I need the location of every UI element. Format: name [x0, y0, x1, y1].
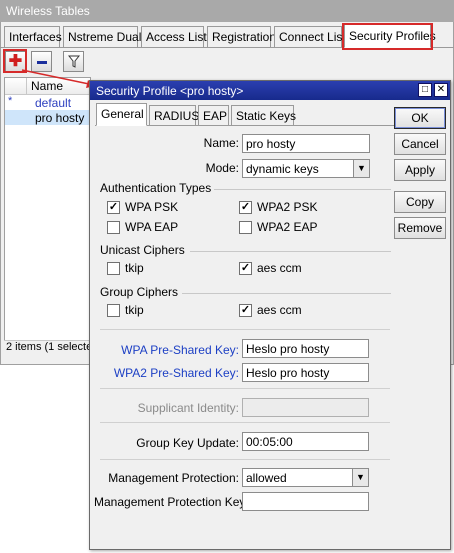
- divider: [100, 422, 390, 423]
- tab-general[interactable]: General: [96, 103, 147, 126]
- group-aes-checkbox[interactable]: ✓: [239, 304, 252, 317]
- unicast-tkip-checkbox[interactable]: [107, 262, 120, 275]
- security-profile-dialog: Security Profile <pro hosty> □ ✕ RADIUS …: [89, 80, 451, 550]
- wpa-psk-key-field[interactable]: Heslo pro hosty: [242, 339, 369, 358]
- copy-button[interactable]: Copy: [394, 191, 446, 213]
- tab-interfaces[interactable]: Interfaces: [4, 26, 62, 48]
- tab-eap[interactable]: EAP: [198, 105, 229, 126]
- add-button-highlight: [3, 49, 27, 73]
- list-header: Name: [5, 78, 90, 95]
- remove-profile-button[interactable]: Remove: [394, 217, 446, 239]
- ok-button[interactable]: OK: [394, 107, 446, 129]
- tab-connect-list[interactable]: Connect List: [274, 26, 346, 48]
- name-label: Name:: [203, 136, 239, 150]
- mode-value: dynamic keys: [246, 162, 319, 176]
- maximize-button[interactable]: □: [418, 83, 432, 97]
- unicast-ciphers-group-title: Unicast Ciphers: [100, 243, 185, 257]
- group-key-update-field[interactable]: 00:05:00: [242, 432, 369, 451]
- group-line: [214, 189, 391, 190]
- list-item[interactable]: * default: [5, 95, 90, 110]
- group-line: [182, 293, 391, 294]
- window-title: Wireless Tables: [0, 0, 454, 22]
- tab-registration[interactable]: Registration: [207, 26, 276, 48]
- tab-access-list[interactable]: Access List: [141, 26, 207, 48]
- mode-label: Mode:: [205, 161, 239, 175]
- wpa-psk-label: WPA PSK: [125, 200, 179, 214]
- close-icon: ✕: [436, 84, 446, 95]
- check-icon: ✓: [240, 262, 251, 274]
- divider: [100, 459, 390, 460]
- tab-nstreme-dual[interactable]: Nstreme Dual: [63, 26, 141, 48]
- unicast-aes-checkbox[interactable]: ✓: [239, 262, 252, 275]
- wpa-psk-checkbox[interactable]: ✓: [107, 201, 120, 214]
- wpa2-eap-checkbox[interactable]: [239, 221, 252, 234]
- wpa2-eap-label: WPA2 EAP: [257, 220, 318, 234]
- group-tkip-checkbox[interactable]: [107, 304, 120, 317]
- close-button[interactable]: ✕: [434, 83, 448, 97]
- tab-radius[interactable]: RADIUS: [149, 105, 199, 126]
- chevron-down-icon[interactable]: ▼: [353, 160, 369, 177]
- wpa2-psk-key-field[interactable]: Heslo pro hosty: [242, 363, 369, 382]
- group-key-update-label: Group Key Update:: [136, 436, 239, 450]
- status-bar: 2 items (1 selected): [4, 340, 91, 356]
- tab-static-keys[interactable]: Static Keys: [231, 105, 296, 126]
- wpa-eap-label: WPA EAP: [125, 220, 179, 234]
- filter-button[interactable]: [63, 51, 84, 72]
- default-marker: *: [8, 95, 13, 107]
- unicast-aes-label: aes ccm: [257, 261, 302, 275]
- group-aes-label: aes ccm: [257, 303, 302, 317]
- check-icon: ✓: [240, 304, 251, 316]
- security-profiles-list[interactable]: Name * default pro hosty: [4, 77, 91, 353]
- minus-icon: [36, 61, 47, 64]
- maximize-icon: □: [421, 84, 429, 95]
- list-item-name: pro hosty: [35, 111, 85, 125]
- management-protection-key-label: Management Protection Key:: [94, 495, 249, 509]
- supplicant-identity-label: Supplicant Identity:: [137, 401, 239, 415]
- auth-types-group-title: Authentication Types: [100, 181, 212, 195]
- wpa2-psk-checkbox[interactable]: ✓: [239, 201, 252, 214]
- mode-select[interactable]: dynamic keys ▼: [242, 159, 370, 178]
- management-protection-label: Management Protection:: [108, 471, 239, 485]
- wpa-eap-checkbox[interactable]: [107, 221, 120, 234]
- group-line: [190, 251, 391, 252]
- list-item-name: default: [35, 96, 72, 110]
- wpa2-psk-key-label: WPA2 Pre-Shared Key:: [113, 366, 239, 380]
- management-protection-key-field[interactable]: [242, 492, 369, 511]
- group-ciphers-group-title: Group Ciphers: [100, 285, 179, 299]
- management-protection-value: allowed: [246, 471, 287, 485]
- supplicant-identity-field: [242, 398, 369, 417]
- wpa2-psk-label: WPA2 PSK: [257, 200, 318, 214]
- check-icon: ✓: [240, 201, 251, 213]
- filter-icon: [67, 55, 80, 68]
- tab-highlight-box: [342, 23, 433, 50]
- column-header-name[interactable]: Name: [31, 79, 63, 93]
- wpa-psk-key-label: WPA Pre-Shared Key:: [121, 343, 239, 357]
- group-tkip-label: tkip: [125, 303, 144, 317]
- dialog-title: Security Profile <pro hosty>: [90, 81, 450, 100]
- cancel-button[interactable]: Cancel: [394, 133, 446, 155]
- chevron-down-icon[interactable]: ▼: [352, 469, 368, 486]
- check-icon: ✓: [108, 201, 119, 213]
- remove-button[interactable]: [31, 51, 52, 72]
- name-field[interactable]: pro hosty: [242, 134, 370, 153]
- unicast-tkip-label: tkip: [125, 261, 144, 275]
- list-item[interactable]: pro hosty: [5, 110, 90, 125]
- apply-button[interactable]: Apply: [394, 159, 446, 181]
- list-header-marker-col: [5, 78, 27, 94]
- management-protection-select[interactable]: allowed ▼: [242, 468, 369, 487]
- divider: [100, 388, 390, 389]
- divider: [100, 329, 390, 330]
